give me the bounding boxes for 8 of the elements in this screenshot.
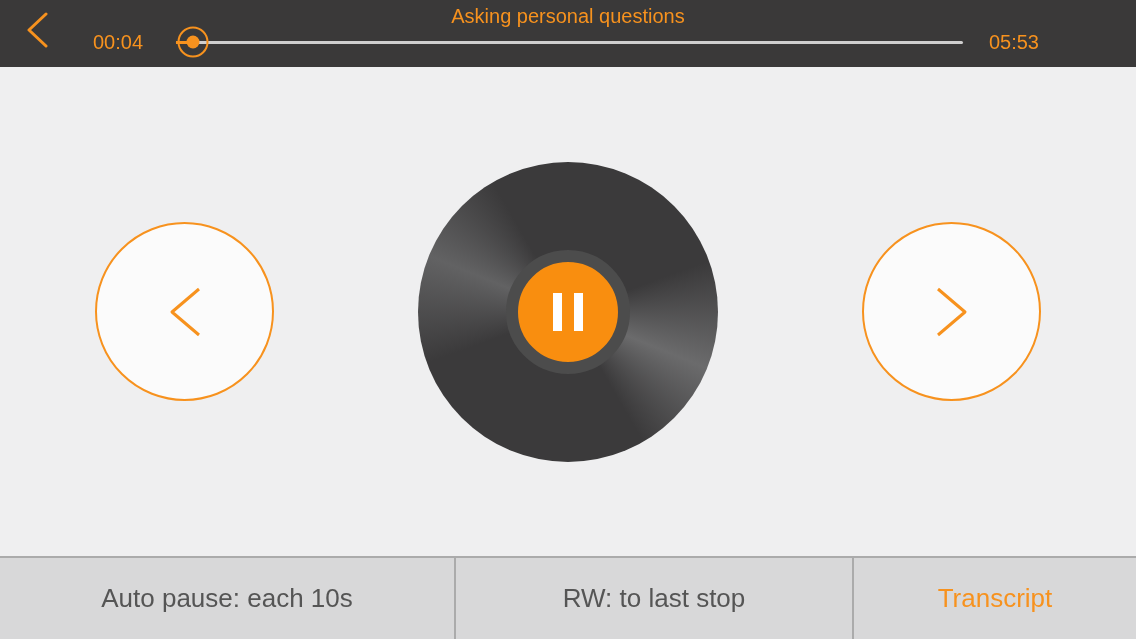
right-chevron-icon: [935, 286, 968, 337]
back-button[interactable]: [26, 12, 48, 48]
left-chevron-icon: [168, 286, 201, 337]
lesson-title: Asking personal questions: [451, 4, 685, 29]
seek-thumb[interactable]: [177, 25, 210, 58]
elapsed-time: 00:04: [93, 30, 144, 55]
back-chevron-icon: [26, 12, 48, 48]
duration-time: 05:53: [988, 30, 1039, 55]
